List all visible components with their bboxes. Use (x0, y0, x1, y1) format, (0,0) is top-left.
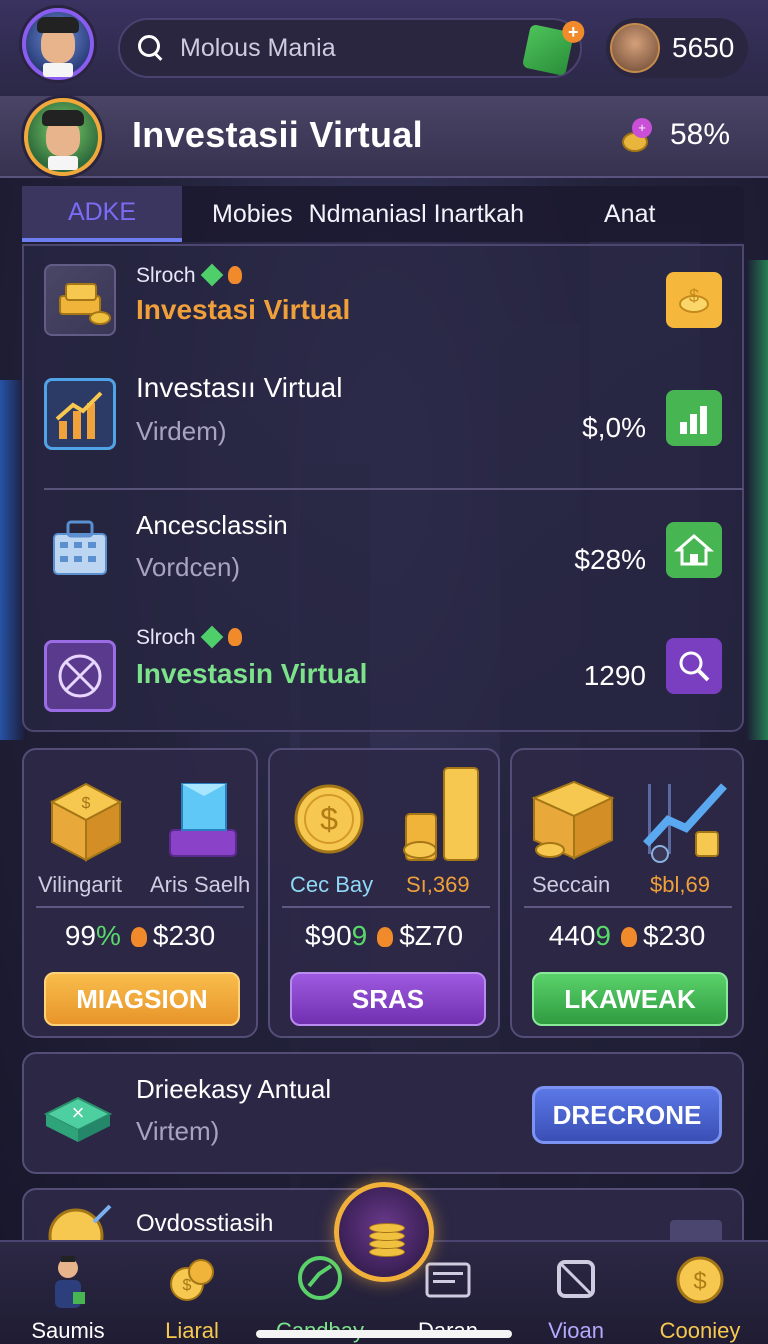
drecrone-button[interactable]: DRECRONE (532, 1086, 722, 1144)
row-tag: Slroch (136, 263, 242, 288)
magnifier-icon[interactable] (666, 638, 722, 694)
currency-pill[interactable]: 5650 (606, 18, 748, 78)
card-divider (282, 906, 490, 908)
card-label-a: Cec Bay (290, 872, 374, 897)
terminal-icon (425, 1262, 471, 1298)
svg-text:$: $ (320, 801, 338, 837)
row-value: 1290 (583, 660, 646, 691)
treasure-box-icon (531, 780, 615, 860)
svg-text:$: $ (693, 1268, 706, 1295)
partial-card-title: Ovdosstiasih (136, 1210, 274, 1237)
list-item[interactable]: Ancesclassin Vordcen) $28% (24, 504, 742, 604)
dollar-coin-icon: $ (676, 1256, 724, 1304)
card-label-b: Sı,369 (406, 872, 470, 897)
leaf-chart-icon (298, 1256, 342, 1300)
target-icon (44, 640, 116, 712)
home-indicator[interactable] (256, 1330, 512, 1338)
card-stats: $909 $Z70 (304, 920, 464, 951)
coins-icon: $ (170, 1259, 214, 1301)
card-label-b: $bl,69 (650, 872, 710, 897)
stock-chart-icon (643, 783, 727, 863)
row-title: Investasi Virtual (136, 294, 351, 325)
coin-count: 5650 (672, 32, 735, 63)
nav-label: Cooniey (659, 1318, 741, 1343)
row-value: $28% (574, 544, 646, 575)
tab-bar: ADKE Mobies Ndmaniasl Inartkah Anat (22, 186, 744, 242)
row-title: Investasıı Virtual (136, 372, 343, 403)
offer-card-1: $ Vilingarit Aris Saelh 99% $230 MIAGSION (22, 748, 258, 1038)
nav-label: Liaral (165, 1318, 219, 1343)
search-text: Molous Mania (180, 33, 336, 62)
green-box-icon: × (43, 1096, 113, 1142)
coin-stacks-icon (403, 767, 479, 861)
nav-cooniey[interactable]: $ Cooniey (636, 1242, 764, 1344)
coin-bonus-icon: + (622, 118, 656, 154)
nav-label: Saumis (31, 1318, 105, 1343)
blue-gem-icon (169, 783, 237, 857)
row-title: Investasin Virtual (136, 658, 368, 689)
row-title: Ancesclassin (136, 510, 288, 540)
lkaweak-button[interactable]: LKAWEAK (532, 972, 728, 1026)
tab-mobies[interactable]: Mobies (212, 186, 293, 242)
row-subtitle: Virdem) (136, 416, 227, 446)
mini-avatar (610, 23, 660, 73)
tab-ndmaniasl[interactable]: Ndmaniasl Inartkah (309, 186, 524, 242)
svg-text:$: $ (82, 795, 91, 812)
nav-label: Vioan (548, 1318, 604, 1343)
center-action-button[interactable] (334, 1182, 434, 1282)
top-bar: Molous Mania 5650 (0, 0, 768, 96)
coin-stack-icon (369, 1217, 405, 1257)
card-stats: 4409 $230 (548, 920, 706, 951)
miagsion-button[interactable]: MIAGSION (44, 972, 240, 1026)
gem-add-icon[interactable] (521, 23, 575, 77)
tab-anat[interactable]: Anat (604, 186, 655, 242)
player-avatar[interactable] (22, 8, 94, 80)
card-label-b: Aris Saelh (150, 872, 251, 897)
sras-button[interactable]: SRAS (290, 972, 486, 1026)
investment-list: Slroch Investasi Virtual $ Investasıı Vi… (22, 244, 744, 732)
card-stats: 99% $230 (64, 920, 216, 951)
bar-chart-icon[interactable] (666, 390, 722, 446)
card-divider (524, 906, 732, 908)
card-label-a: Vilingarit (38, 872, 122, 897)
page-header: Investasii Virtual + 58% (0, 96, 768, 178)
row-value: $,0% (582, 412, 646, 443)
offer-card-3: Seccain $bl,69 4409 $230 LKAWEAK (510, 748, 744, 1038)
svg-text:$: $ (689, 286, 699, 306)
card-label-a: Seccain (532, 872, 611, 897)
tab-adke[interactable]: ADKE (22, 186, 182, 242)
list-divider (44, 488, 744, 490)
home-icon[interactable] (666, 522, 722, 578)
row-tag: Slroch (136, 625, 242, 650)
nav-liaral[interactable]: $ Liaral (128, 1242, 256, 1344)
wide-card-subtitle: Virtem) (136, 1116, 220, 1146)
nav-vioan[interactable]: Vioan (512, 1242, 640, 1344)
list-item[interactable]: Investasıı Virtual Virdem) $,0% (24, 370, 742, 470)
header-percent: 58% (670, 118, 731, 151)
card-divider (36, 906, 244, 908)
list-item[interactable]: Slroch Investasin Virtual 1290 (24, 622, 742, 722)
character-icon (55, 1256, 85, 1308)
coin-badge-icon[interactable]: $ (666, 272, 722, 328)
building-icon (44, 512, 116, 584)
gold-chest-icon: $ (49, 782, 123, 862)
wide-offer-card: × Drieekasy Antual Virtem) DRECRONE (22, 1052, 744, 1174)
puzzle-icon (557, 1260, 595, 1298)
page-title: Investasii Virtual (132, 114, 423, 155)
wide-card-title: Drieekasy Antual (136, 1074, 332, 1104)
svg-text:×: × (72, 1100, 85, 1125)
search-bar[interactable]: Molous Mania (118, 18, 582, 78)
growth-chart-icon (44, 378, 116, 450)
gold-bars-icon (44, 264, 116, 336)
list-item[interactable]: Slroch Investasi Virtual $ (24, 260, 742, 350)
nav-saumis[interactable]: Saumis (4, 1242, 132, 1344)
svg-text:$: $ (183, 1277, 192, 1294)
offer-card-2: $ Cec Bay Sı,369 $909 $Z70 SRAS (268, 748, 500, 1038)
gold-coin-icon: $ (294, 784, 364, 854)
profile-avatar[interactable] (24, 98, 102, 176)
search-icon (138, 35, 164, 61)
row-subtitle: Vordcen) (136, 552, 241, 582)
